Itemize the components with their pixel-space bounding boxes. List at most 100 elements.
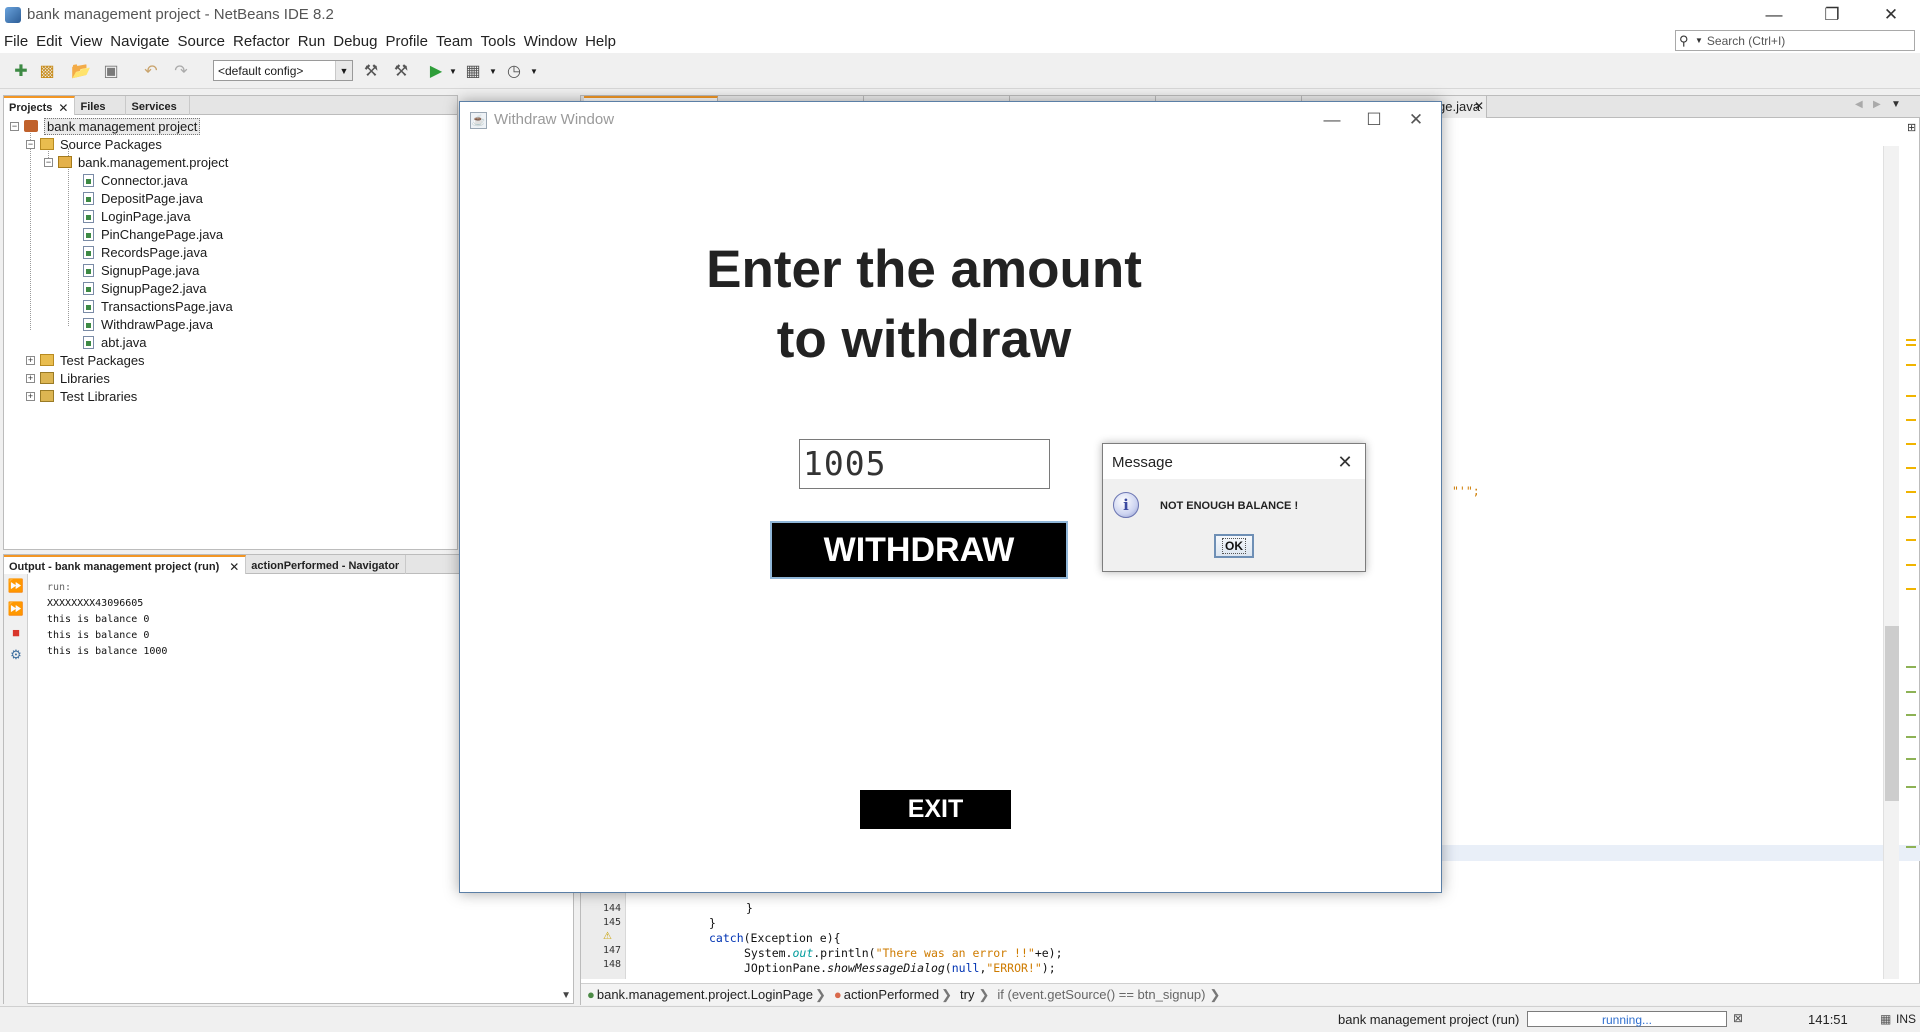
close-icon[interactable]: ✕	[229, 560, 239, 574]
redo-icon[interactable]: ↷	[170, 61, 192, 81]
menu-team[interactable]: Team	[432, 33, 477, 50]
clean-build-icon[interactable]: ⚒	[390, 61, 412, 81]
menu-file[interactable]: File	[0, 33, 32, 50]
netbeans-app-icon	[5, 6, 21, 23]
cancel-task-icon[interactable]: ⊠	[1733, 1011, 1743, 1025]
maximize-icon[interactable]: ☐	[1352, 106, 1396, 134]
message-dialog-titlebar[interactable]: Message ✕	[1103, 444, 1365, 479]
menu-tools[interactable]: Tools	[477, 33, 520, 50]
tree-item-file[interactable]: SignupPage.java	[83, 261, 199, 279]
scroll-left-icon[interactable]: ◀	[1855, 99, 1863, 110]
tree-item-file[interactable]: PinChangePage.java	[83, 225, 223, 243]
expand-icon[interactable]: +	[26, 373, 35, 383]
menu-debug[interactable]: Debug	[329, 33, 381, 50]
collapse-icon[interactable]: −	[44, 157, 53, 167]
withdraw-button[interactable]: WITHDRAW	[770, 521, 1068, 579]
stop-icon[interactable]: ■	[8, 624, 24, 640]
class-icon: ●	[587, 987, 595, 1002]
rerun-params-icon[interactable]: ⏩	[8, 601, 24, 617]
chevron-down-icon[interactable]: ▼	[442, 61, 464, 81]
config-select[interactable]: <default config> ▼	[213, 60, 353, 81]
java-file-icon	[83, 227, 94, 241]
search-input[interactable]: ⚲ ▼ Search (Ctrl+I)	[1675, 30, 1915, 51]
tree-item-package[interactable]: − bank.management.project	[44, 153, 228, 171]
tree-item-file[interactable]: LoginPage.java	[83, 207, 191, 225]
build-hammer-icon[interactable]: ⚒	[360, 61, 382, 81]
tree-item-test-packages[interactable]: + Test Packages	[26, 351, 145, 369]
editor-vertical-scrollbar[interactable]	[1883, 146, 1899, 979]
tree-item-file[interactable]: SignupPage2.java	[83, 279, 207, 297]
tree-item-file[interactable]: abt.java	[83, 333, 147, 351]
minimize-icon[interactable]: —	[1745, 0, 1803, 29]
scroll-right-icon[interactable]: ▶	[1873, 99, 1881, 110]
output-line: this is balance 0	[47, 630, 150, 641]
tab-output[interactable]: Output - bank management project (run) ✕	[4, 555, 247, 574]
new-project-icon[interactable]: ▩	[36, 61, 58, 81]
menu-view[interactable]: View	[66, 33, 106, 50]
breadcrumb-item[interactable]: actionPerformed	[844, 987, 939, 1002]
scroll-down-icon[interactable]: ▼	[561, 990, 571, 1001]
ok-button[interactable]: OK	[1214, 534, 1254, 558]
minimize-icon[interactable]: —	[1310, 106, 1354, 134]
tab-services[interactable]: Services	[126, 96, 191, 115]
collapse-icon[interactable]: −	[10, 121, 19, 131]
tab-navigator[interactable]: actionPerformed - Navigator	[246, 555, 407, 574]
settings-icon[interactable]: ⚙	[8, 647, 24, 663]
open-project-icon[interactable]: 📂	[70, 61, 92, 81]
tree-item-libraries[interactable]: + Libraries	[26, 369, 110, 387]
profile-icon[interactable]: ◷	[503, 61, 525, 81]
menu-run[interactable]: Run	[294, 33, 330, 50]
menu-refactor[interactable]: Refactor	[229, 33, 294, 50]
tree-item-source-packages[interactable]: − Source Packages	[26, 135, 162, 153]
rerun-icon[interactable]: ⏩	[8, 578, 24, 594]
chevron-down-icon[interactable]: ▼	[523, 61, 545, 81]
close-icon[interactable]: ✕	[58, 101, 68, 115]
tree-item-test-libraries[interactable]: + Test Libraries	[26, 387, 137, 405]
breadcrumb-item[interactable]: try	[954, 987, 976, 1002]
restore-icon[interactable]: ❐	[1803, 0, 1861, 29]
line-number: 144	[602, 903, 621, 914]
amount-input[interactable]: 1005	[799, 439, 1050, 489]
breadcrumb-item[interactable]: bank.management.project.LoginPage	[597, 987, 813, 1002]
java-file-icon	[83, 245, 94, 259]
close-icon[interactable]: ✕	[1333, 450, 1357, 474]
notification-icon[interactable]: ▦	[1880, 1012, 1891, 1026]
search-icon: ⚲	[1679, 32, 1689, 48]
maximize-icon[interactable]: ⊞	[1907, 121, 1916, 134]
tree-item-file[interactable]: Connector.java	[83, 171, 188, 189]
menu-profile[interactable]: Profile	[381, 33, 432, 50]
menu-edit[interactable]: Edit	[32, 33, 66, 50]
collapse-icon[interactable]: −	[26, 139, 35, 149]
library-icon	[40, 372, 54, 384]
progress-bar[interactable]: running...	[1527, 1011, 1727, 1027]
menu-navigate[interactable]: Navigate	[106, 33, 173, 50]
menu-window[interactable]: Window	[520, 33, 581, 50]
close-icon[interactable]: ✕	[1474, 99, 1484, 113]
chevron-down-icon[interactable]: ▼	[482, 61, 504, 81]
close-icon[interactable]: ✕	[1394, 106, 1438, 134]
tree-item-file[interactable]: TransactionsPage.java	[83, 297, 233, 315]
exit-button[interactable]: EXIT	[860, 790, 1011, 829]
tree-item-file[interactable]: WithdrawPage.java	[83, 315, 213, 333]
debug-icon[interactable]: ▦	[462, 61, 484, 81]
scrollbar-thumb[interactable]	[1885, 626, 1899, 801]
project-icon	[24, 120, 38, 132]
expand-icon[interactable]: +	[26, 355, 35, 365]
new-file-icon[interactable]: ✚	[10, 61, 32, 81]
tree-item-file[interactable]: RecordsPage.java	[83, 243, 207, 261]
close-icon[interactable]: ✕	[1862, 0, 1920, 29]
tab-projects[interactable]: Projects ✕	[4, 96, 76, 115]
status-project[interactable]: bank management project (run)	[1338, 1012, 1519, 1027]
menu-source[interactable]: Source	[173, 33, 229, 50]
menu-help[interactable]: Help	[581, 33, 620, 50]
tree-item-label: DepositPage.java	[101, 190, 203, 206]
breadcrumb-item[interactable]: if (event.getSource() == btn_signup)	[991, 987, 1207, 1002]
tree-item-file[interactable]: DepositPage.java	[83, 189, 203, 207]
tab-files[interactable]: Files	[75, 96, 127, 115]
tree-item-project[interactable]: − bank management project	[10, 117, 201, 135]
undo-icon[interactable]: ↶	[140, 61, 162, 81]
save-all-icon[interactable]: ▣	[100, 61, 122, 81]
withdraw-window-titlebar[interactable]: ☕ Withdraw Window — ☐ ✕	[460, 102, 1441, 138]
expand-icon[interactable]: +	[26, 391, 35, 401]
chevron-down-icon[interactable]: ▼	[1891, 99, 1901, 110]
